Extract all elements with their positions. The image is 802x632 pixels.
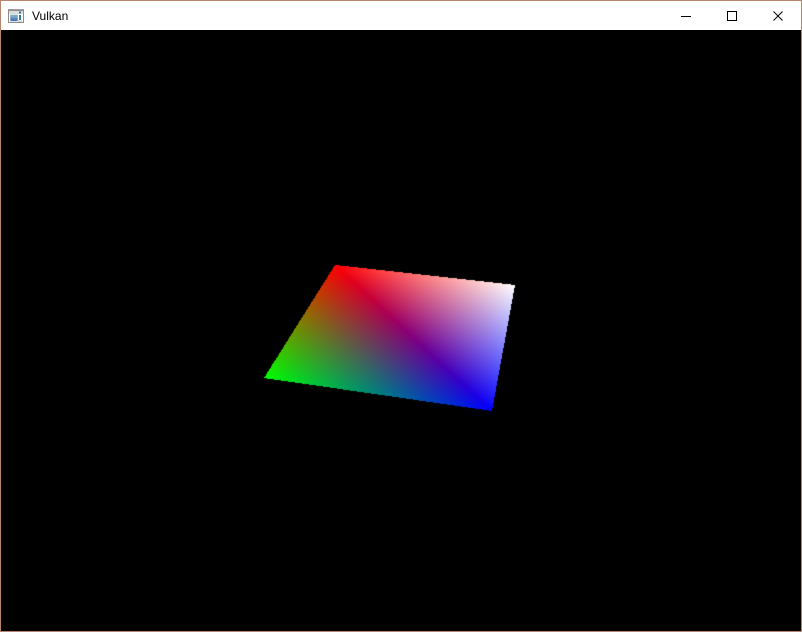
maximize-icon (727, 10, 737, 21)
minimize-icon (681, 15, 691, 17)
maximize-button[interactable] (709, 1, 755, 30)
vulkan-canvas (1, 30, 801, 631)
minimize-button[interactable] (663, 1, 709, 30)
window-title: Vulkan (32, 8, 69, 23)
app-icon[interactable] (8, 8, 24, 24)
close-button[interactable] (755, 1, 801, 30)
close-icon (773, 10, 783, 21)
render-viewport (1, 30, 801, 631)
titlebar[interactable]: Vulkan (1, 1, 801, 30)
app-window: Vulkan (0, 0, 802, 632)
window-controls (663, 1, 801, 30)
